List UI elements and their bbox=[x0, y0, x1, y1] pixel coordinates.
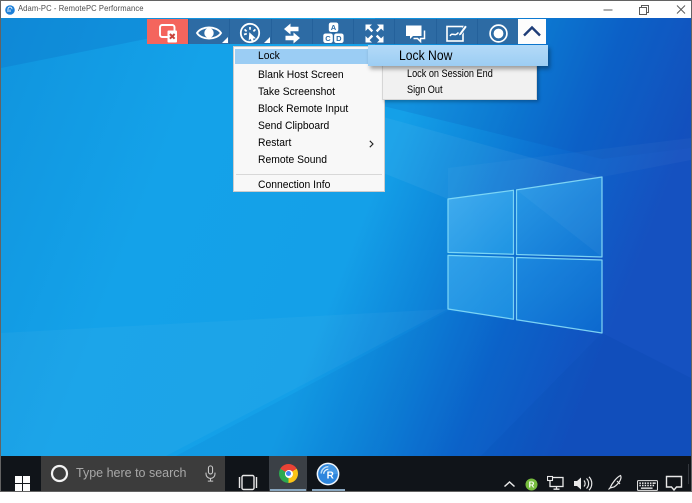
svg-text:C: C bbox=[325, 34, 331, 43]
svg-text:R: R bbox=[529, 481, 535, 490]
svg-text:A: A bbox=[330, 23, 336, 32]
svg-text:D: D bbox=[336, 34, 342, 43]
svg-text:R: R bbox=[327, 470, 335, 481]
